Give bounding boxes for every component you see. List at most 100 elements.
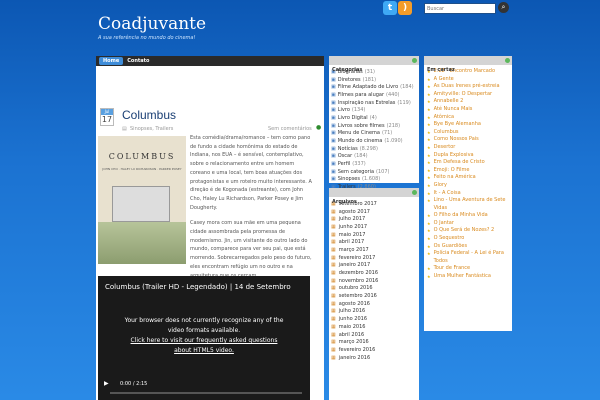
play-icon[interactable]: ▶ [104, 380, 109, 387]
category-item[interactable]: ▣ Perfil (337) [331, 160, 419, 168]
category-item[interactable]: ▣ Mundo do cinema (1.090) [331, 137, 419, 145]
calendar-icon: ▦ [331, 323, 336, 330]
movie-label: As Duas Irenes pré-estreia [433, 83, 500, 90]
movie-item[interactable]: ★ Em Defesa de Cristo [427, 159, 512, 167]
category-count: (107) [376, 168, 390, 175]
archive-item[interactable]: ▦ setembro 2016 [331, 292, 419, 300]
comment-icon[interactable]: ● [316, 124, 321, 131]
post-paragraph: Esta comédia/drama/romance – tem como pa… [190, 135, 312, 211]
star-icon: ★ [427, 84, 431, 90]
star-icon: ★ [427, 152, 431, 158]
movie-item[interactable]: ★ O Filho da Minha Vida [427, 212, 512, 220]
archive-item[interactable]: ▦ março 2017 [331, 246, 419, 254]
movie-item[interactable]: ★ Até Nunca Mais [427, 106, 512, 114]
archive-item[interactable]: ▦ junho 2017 [331, 223, 419, 231]
movie-item[interactable]: ★ It - A Coisa [427, 190, 512, 198]
folder-icon: ▣ [331, 168, 336, 175]
category-item[interactable]: ▣ Livros sobre filmes (218) [331, 122, 419, 130]
movie-item[interactable]: ★ Atômica [427, 114, 512, 122]
archive-item[interactable]: ▦ fevereiro 2016 [331, 346, 419, 354]
movie-label: O Que Será de Nozes? 2 [433, 227, 495, 234]
video-time: 0:00 / 2:15 [120, 381, 148, 387]
category-item[interactable]: ▣ Filme Adaptado de Livro (184) [331, 83, 419, 91]
folder-icon: ▣ [331, 176, 336, 183]
folder-icon: ▣ [331, 91, 336, 98]
movie-item[interactable]: ★ Desertor [427, 144, 512, 152]
movie-item[interactable]: ★ Annabelle 2 [427, 98, 512, 106]
star-icon: ★ [427, 175, 431, 181]
calendar-icon: ▦ [331, 331, 336, 338]
archive-item[interactable]: ▦ agosto 2017 [331, 208, 419, 216]
movie-label: Bye Bye Alemanha [433, 121, 481, 128]
category-label: Filme Adaptado de Livro [337, 84, 399, 91]
movie-item[interactable]: ★ Bye Bye Alemanha [427, 121, 512, 129]
calendar-icon: ▦ [331, 293, 336, 300]
calendar-icon: ▦ [331, 316, 336, 323]
archives-title: Arquivos [332, 199, 357, 205]
search-button[interactable]: ⌕ [498, 2, 509, 13]
category-item[interactable]: ▣ Livro (134) [331, 106, 419, 114]
calendar-icon: ▦ [331, 308, 336, 315]
archive-item[interactable]: ▦ outubro 2016 [331, 285, 419, 293]
archive-label: fevereiro 2017 [338, 254, 376, 261]
movie-item[interactable]: ★ Polícia Federal - A Lei é Para Todos [427, 250, 512, 265]
category-item[interactable]: ▣ Sem categoria (107) [331, 168, 419, 176]
toggle-icon[interactable] [412, 58, 417, 63]
video-faq-link[interactable]: Click here to visit our frequently asked… [122, 336, 286, 356]
archive-item[interactable]: ▦ maio 2017 [331, 231, 419, 239]
rss-icon[interactable]: ) [398, 1, 412, 15]
category-item[interactable]: ▣ Oscar (184) [331, 153, 419, 161]
movie-item[interactable]: ★ As Duas Irenes pré-estreia [427, 83, 512, 91]
archive-item[interactable]: ▦ janeiro 2016 [331, 354, 419, 362]
toggle-icon[interactable] [412, 190, 417, 195]
archive-item[interactable]: ▦ fevereiro 2017 [331, 254, 419, 262]
video-progress[interactable] [110, 392, 302, 394]
movie-item[interactable]: ★ Uma Mulher Fantástica [427, 273, 512, 281]
post-comments[interactable]: Sem comentários [268, 126, 312, 132]
toggle-icon[interactable] [505, 58, 510, 63]
widget-header: Em cartaz [424, 56, 512, 73]
category-item[interactable]: ▣ Sinopses (1.608) [331, 176, 419, 184]
movie-item[interactable]: ★ Amityville: O Despertar [427, 91, 512, 99]
archive-item[interactable]: ▦ abril 2017 [331, 238, 419, 246]
movie-item[interactable]: ★ Feito na América [427, 174, 512, 182]
video-player[interactable]: Columbus (Trailer HD - Legendado) | 14 d… [98, 276, 310, 400]
category-item[interactable]: ▣ Inspiração nas Estrelas (119) [331, 99, 419, 107]
movie-item[interactable]: ★ Como Nossos Pais [427, 136, 512, 144]
post-title[interactable]: Columbus [122, 108, 176, 122]
archive-item[interactable]: ▦ dezembro 2016 [331, 269, 419, 277]
movie-item[interactable]: ★ Columbus [427, 129, 512, 137]
category-count: (8.298) [359, 145, 378, 152]
nav-contato[interactable]: Contato [123, 57, 153, 65]
movie-item[interactable]: ★ Tour de France [427, 265, 512, 273]
archive-item[interactable]: ▦ abril 2016 [331, 331, 419, 339]
site-title[interactable]: Coadjuvante [98, 14, 206, 34]
movie-poster[interactable]: COLUMBUS JOHN CHO · HALEY LU RICHARDSON … [98, 136, 186, 264]
calendar-icon: ▦ [331, 262, 336, 269]
archive-item[interactable]: ▦ novembro 2016 [331, 277, 419, 285]
archive-item[interactable]: ▦ julho 2017 [331, 215, 419, 223]
archive-item[interactable]: ▦ janeiro 2017 [331, 262, 419, 270]
folder-icon: ▣ [331, 114, 336, 121]
movie-item[interactable]: ★ Glory [427, 182, 512, 190]
star-icon: ★ [427, 182, 431, 188]
nav-home[interactable]: Home [99, 57, 124, 65]
post-category[interactable]: Sinopses, Trailers [130, 126, 173, 132]
category-item[interactable]: ▣ Livro Digital (4) [331, 114, 419, 122]
movie-item[interactable]: ★ O Que Será de Nozes? 2 [427, 227, 512, 235]
category-item[interactable]: ▣ Filmes para alugar (440) [331, 91, 419, 99]
archive-item[interactable]: ▦ agosto 2016 [331, 300, 419, 308]
category-item[interactable]: ▣ Diretores (181) [331, 76, 419, 84]
movie-item[interactable]: ★ Dupla Explosiva [427, 152, 512, 160]
category-item[interactable]: ▣ Notícias (8.298) [331, 145, 419, 153]
archive-item[interactable]: ▦ junho 2016 [331, 315, 419, 323]
movie-item[interactable]: ★ O Sequestro [427, 235, 512, 243]
movie-item[interactable]: ★ Lino - Uma Aventura de Sete Vidas [427, 197, 512, 212]
archive-item[interactable]: ▦ julho 2016 [331, 308, 419, 316]
category-item[interactable]: ▣ Menu de Cinema (71) [331, 130, 419, 138]
video-title[interactable]: Columbus (Trailer HD - Legendado) | 14 d… [105, 283, 291, 291]
archive-item[interactable]: ▦ maio 2016 [331, 323, 419, 331]
twitter-icon[interactable]: t [383, 1, 397, 15]
search-input[interactable] [424, 3, 496, 14]
archive-item[interactable]: ▦ março 2016 [331, 338, 419, 346]
